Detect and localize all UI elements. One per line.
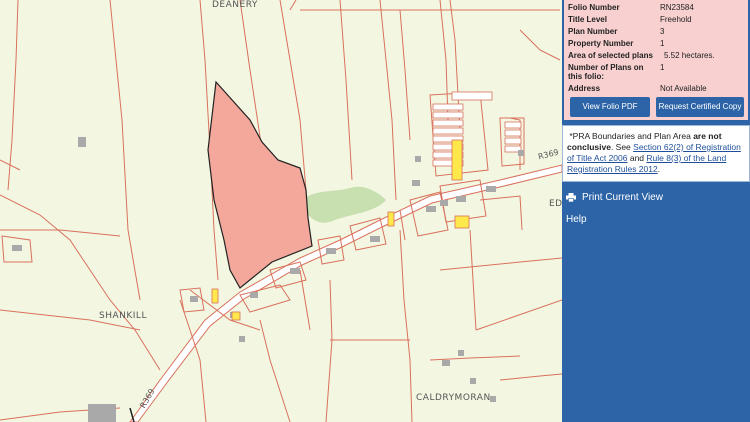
help-link[interactable]: Help <box>566 214 587 225</box>
place-label-deanery: DEANERY <box>212 0 258 10</box>
disclaimer-suffix: . <box>657 164 661 174</box>
info-label: Address <box>568 84 601 93</box>
info-label: Area of selected plans <box>568 51 653 60</box>
request-certified-copy-button[interactable]: Request Certified Copy <box>656 97 744 117</box>
info-value: 1 <box>660 39 665 48</box>
info-label: Title Level <box>568 15 607 24</box>
place-label-caldrymoran: CALDRYMORAN <box>416 393 491 403</box>
info-value: Not Available <box>660 84 707 93</box>
print-current-view-link[interactable]: Print Current View <box>566 192 663 203</box>
info-label: Number of Plans on this folio: <box>568 63 644 81</box>
disclaimer-prefix: *PRA Boundaries and Plan Area <box>569 131 694 141</box>
info-value: 3 <box>660 27 665 36</box>
info-value: 1 <box>660 63 665 72</box>
disclaimer-see: . See <box>610 142 634 152</box>
map-canvas[interactable] <box>0 0 562 422</box>
map-view[interactable]: DEANERY SHANKILL CALDRYMORAN ED R369 R36… <box>0 0 562 422</box>
side-panel: Folio Number RN23584 Title Level Freehol… <box>562 0 750 422</box>
disclaimer-and: and <box>627 153 647 163</box>
view-folio-pdf-button[interactable]: View Folio PDF <box>570 97 650 117</box>
print-label: Print Current View <box>582 192 663 203</box>
info-label: Property Number <box>568 39 634 48</box>
printer-icon <box>566 192 576 202</box>
folio-info-box: Folio Number RN23584 Title Level Freehol… <box>564 0 748 120</box>
info-label: Plan Number <box>568 27 618 36</box>
place-label-ed: ED <box>549 199 562 209</box>
info-label: Folio Number <box>568 3 620 12</box>
boundaries-disclaimer: *PRA Boundaries and Plan Area are not co… <box>562 125 750 182</box>
info-value: Freehold <box>660 15 692 24</box>
place-label-shankill: SHANKILL <box>99 311 147 321</box>
info-value: 5.52 hectares. <box>664 51 715 60</box>
info-value: RN23584 <box>660 3 694 12</box>
